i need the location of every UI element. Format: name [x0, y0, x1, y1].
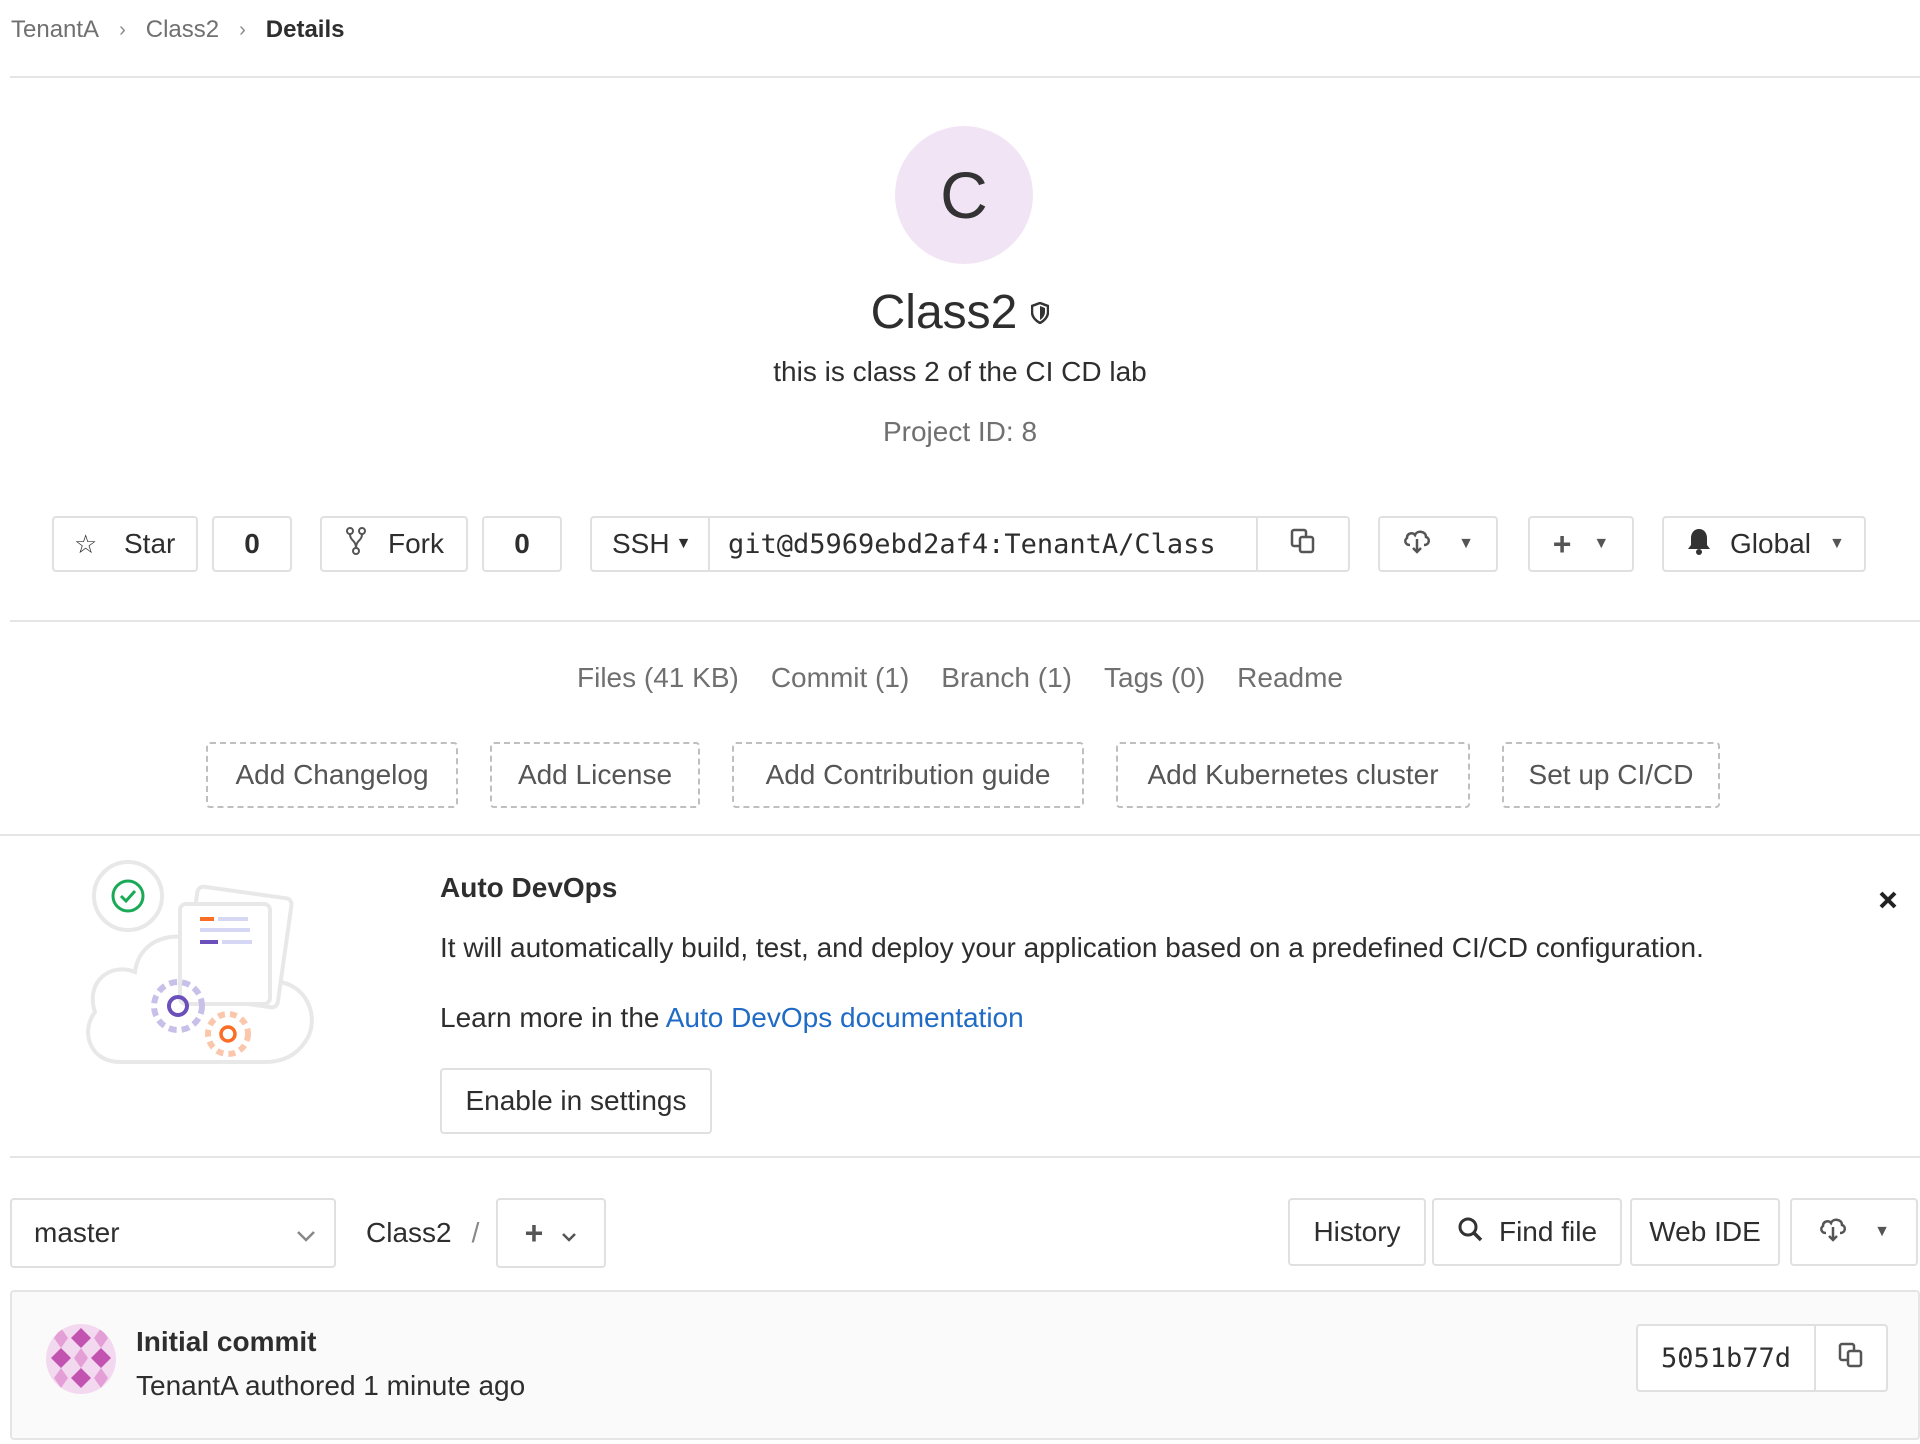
plus-icon: + [1552, 525, 1572, 562]
stat-readme[interactable]: Readme [1237, 662, 1343, 694]
notification-dropdown[interactable]: Global ▼ [1662, 516, 1866, 572]
caret-down-icon: ▼ [1874, 1223, 1890, 1240]
commit-author-avatar[interactable] [46, 1324, 116, 1394]
stat-files[interactable]: Files (41 KB) [577, 662, 739, 694]
clone-protocol-dropdown[interactable]: SSH ▼ [590, 516, 710, 572]
caret-down-icon: ▼ [675, 535, 692, 552]
auto-devops-description: It will automatically build, test, and d… [440, 932, 1704, 963]
project-id: Project ID: 8 [882, 416, 1038, 447]
project-title: Class2 [870, 285, 1018, 339]
branch-selector[interactable]: master [10, 1198, 336, 1268]
clone-url-input[interactable]: git@d5969ebd2af4:TenantA/Class [708, 516, 1258, 572]
chevron-down-icon [561, 1217, 577, 1249]
setup-cicd-button[interactable]: Set up CI/CD [1502, 742, 1720, 808]
fork-button[interactable]: Fork [320, 516, 468, 572]
fork-icon [346, 526, 368, 562]
web-ide-button[interactable]: Web IDE [1630, 1198, 1780, 1266]
copy-icon [1837, 1341, 1865, 1376]
project-title-row: Class2 [0, 280, 1920, 344]
chevron-down-icon [296, 1217, 316, 1249]
project-avatar: C [895, 126, 1033, 264]
new-item-dropdown[interactable]: + ▼ [1528, 516, 1634, 572]
path-root-link[interactable]: Class2 [366, 1217, 452, 1249]
shield-icon [1031, 301, 1050, 329]
tree-download-dropdown[interactable]: ▼ [1790, 1198, 1918, 1266]
divider [10, 76, 1920, 78]
caret-down-icon: ▼ [1593, 535, 1610, 552]
divider [10, 620, 1920, 622]
add-to-tree-dropdown[interactable]: + [496, 1198, 606, 1268]
enable-in-settings-button[interactable]: Enable in settings [440, 1068, 712, 1134]
close-icon[interactable] [1874, 886, 1902, 914]
find-file-button[interactable]: Find file [1432, 1198, 1622, 1266]
breadcrumb: TenantA › Class2 › Details [11, 12, 344, 48]
copy-url-button[interactable] [1256, 516, 1350, 572]
caret-down-icon: ▼ [1828, 535, 1845, 552]
add-license-button[interactable]: Add License [490, 742, 700, 808]
chevron-right-icon: › [119, 18, 126, 41]
plus-icon: + [524, 1214, 544, 1251]
divider [0, 834, 1920, 836]
caret-down-icon: ▼ [1458, 535, 1474, 552]
star-icon: ☆ [74, 528, 98, 559]
auto-devops-title: Auto DevOps [440, 872, 618, 903]
star-button[interactable]: ☆ Star [52, 516, 198, 572]
star-count[interactable]: 0 [212, 516, 292, 572]
breadcrumb-tenant[interactable]: TenantA [11, 16, 99, 44]
search-icon [1457, 1216, 1483, 1249]
last-commit-panel: Initial commit TenantA authored 1 minute… [10, 1290, 1920, 1440]
history-button[interactable]: History [1288, 1198, 1426, 1266]
project-description: this is class 2 of the CI CD lab [773, 356, 1147, 387]
fork-count[interactable]: 0 [482, 516, 562, 572]
auto-devops-docs-link[interactable]: Auto DevOps documentation [666, 1002, 1024, 1033]
chevron-right-icon: › [239, 18, 246, 41]
path-breadcrumb: Class2 / [366, 1217, 480, 1249]
commit-title[interactable]: Initial commit [136, 1326, 316, 1358]
cloud-download-icon [1818, 1215, 1848, 1250]
copy-sha-button[interactable] [1814, 1324, 1888, 1392]
auto-devops-illustration [80, 852, 330, 1082]
divider [10, 1156, 1920, 1158]
stat-commits[interactable]: Commit (1) [771, 662, 909, 694]
breadcrumb-current[interactable]: Details [266, 16, 345, 44]
project-stats: Files (41 KB) Commit (1) Branch (1) Tags… [0, 656, 1920, 700]
copy-icon [1289, 527, 1317, 562]
download-dropdown[interactable]: ▼ [1378, 516, 1498, 572]
cloud-download-icon [1402, 527, 1432, 562]
auto-devops-learn-more: Learn more in the Auto DevOps documentat… [440, 1002, 1024, 1033]
stat-branches[interactable]: Branch (1) [941, 662, 1072, 694]
commit-author-line: TenantA authored 1 minute ago [136, 1370, 526, 1401]
bell-icon [1686, 527, 1712, 562]
add-contribution-guide-button[interactable]: Add Contribution guide [732, 742, 1084, 808]
add-changelog-button[interactable]: Add Changelog [206, 742, 458, 808]
commit-sha[interactable]: 5051b77d [1636, 1324, 1816, 1392]
breadcrumb-project[interactable]: Class2 [146, 16, 219, 44]
add-kubernetes-cluster-button[interactable]: Add Kubernetes cluster [1116, 742, 1470, 808]
stat-tags[interactable]: Tags (0) [1104, 662, 1205, 694]
